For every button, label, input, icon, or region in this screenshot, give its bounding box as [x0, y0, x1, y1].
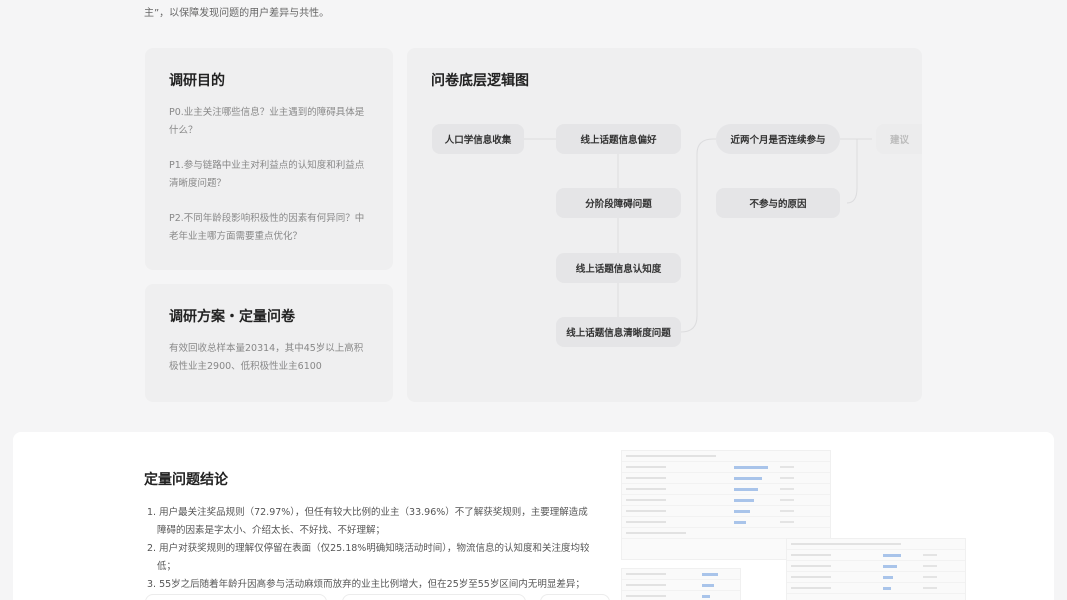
connector-continuous-suggest — [840, 138, 858, 204]
thumbnail-row — [622, 495, 830, 506]
research-plan-text: 有效回收总样本量20314，其中45岁以上高积极性业主2900、低积极性业主61… — [169, 343, 364, 372]
conclusion-item-1: 1. 用户最关注奖品规则（72.97%），但任有较大比例的业主（33.96%）不… — [147, 507, 588, 536]
thumbnail-row — [787, 550, 965, 561]
bottom-card-3 — [540, 594, 610, 600]
thumbnail-row — [622, 580, 740, 591]
purpose-item-p1: P1.参与链路中业主对利益点的认知度和利益点清晰度问题？ — [169, 160, 365, 189]
thumbnail-row — [787, 572, 965, 583]
thumbnail-row — [622, 506, 830, 517]
node-online-clarity: 线上话题信息清晰度问题 — [556, 317, 681, 347]
conclusion-list: 1. 用户最关注奖品规则（72.97%），但任有较大比例的业主（33.96%）不… — [147, 504, 597, 594]
thumbnail-row — [622, 591, 740, 600]
quantitative-conclusion-section: 定量问题结论 1. 用户最关注奖品规则（72.97%），但任有较大比例的业主（3… — [13, 432, 1054, 600]
research-plan-card: 调研方案・定量问卷 有效回收总样本量20314，其中45岁以上高积极性业主290… — [145, 284, 393, 402]
intro-text: 主”，以保障发现问题的用户差异与共性。 — [144, 8, 330, 19]
survey-result-thumbnail-2 — [786, 538, 966, 600]
bottom-card-1 — [145, 594, 327, 600]
conclusion-title: 定量问题结论 — [144, 472, 228, 488]
node-non-participation-reason: 不参与的原因 — [716, 188, 840, 218]
research-purpose-title: 调研目的 — [169, 73, 225, 89]
thumbnail-row — [622, 517, 830, 528]
thumbnail-row — [622, 451, 830, 462]
questionnaire-logic-card: 问卷底层逻辑图 人口学信息收集 线上话题信息偏好 分阶段障碍问题 线上话题信息认… — [407, 48, 922, 402]
connector-clarity-continuous — [680, 138, 716, 333]
thumbnail-row — [787, 539, 965, 550]
bottom-card-2 — [342, 594, 526, 600]
survey-result-thumbnail-3 — [621, 568, 741, 600]
thumbnail-row — [622, 569, 740, 580]
node-continuous-participation: 近两个月是否连续参与 — [716, 124, 840, 154]
thumbnail-row — [622, 484, 830, 495]
node-stage-barrier: 分阶段障碍问题 — [556, 188, 681, 218]
conclusion-item-2: 2. 用户对获奖规则的理解仅停留在表面（仅25.18%明确知晓活动时间），物流信… — [147, 543, 590, 572]
node-online-preference: 线上话题信息偏好 — [556, 124, 681, 154]
purpose-item-p0: P0.业主关注哪些信息？业主遇到的障碍具体是什么？ — [169, 107, 365, 136]
conclusion-item-3: 3. 55岁之后随着年龄升因高参与活动麻烦而放弃的业主比例增大，但在25岁至55… — [147, 579, 585, 590]
node-demographics: 人口学信息收集 — [432, 124, 524, 154]
purpose-item-p2: P2.不同年龄段影响积极性的因素有何异同？中老年业主哪方面需要重点优化？ — [169, 213, 365, 242]
thumbnail-row — [787, 583, 965, 594]
logic-diagram-connectors — [524, 138, 872, 333]
thumbnail-row — [622, 473, 830, 484]
node-online-cognition: 线上话题信息认知度 — [556, 253, 681, 283]
node-suggestion: 建议 — [876, 124, 922, 154]
research-purpose-card: 调研目的 P0.业主关注哪些信息？业主遇到的障碍具体是什么？ P1.参与链路中业… — [145, 48, 393, 270]
thumbnail-row — [787, 561, 965, 572]
thumbnail-row — [622, 462, 830, 473]
research-plan-title: 调研方案・定量问卷 — [169, 309, 295, 325]
